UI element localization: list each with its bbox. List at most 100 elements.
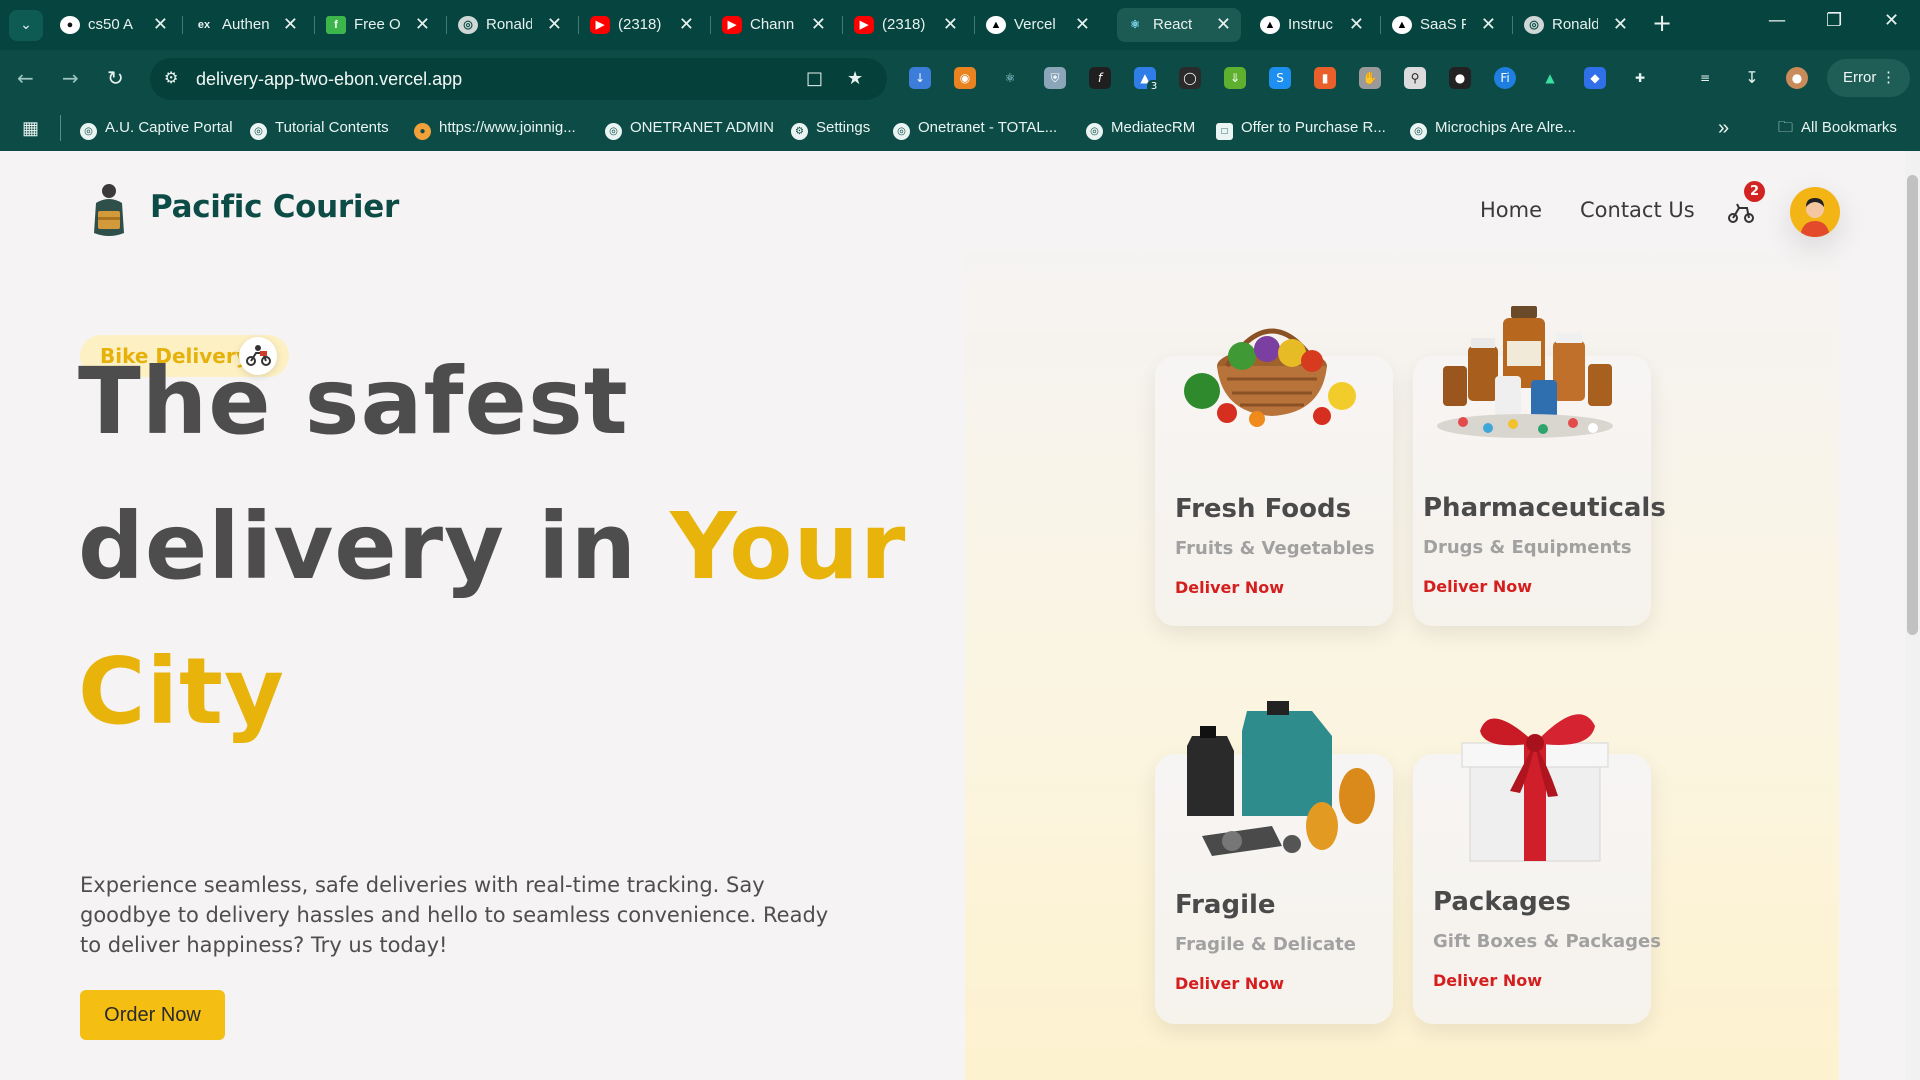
all-bookmarks-folder[interactable]: 🗀 All Bookmarks [1778, 115, 1897, 141]
bookmark-label: Offer to Purchase R... [1241, 119, 1386, 136]
bookmark-item[interactable]: □ Offer to Purchase R... [1216, 115, 1386, 141]
bookmark-label: A.U. Captive Portal [105, 119, 233, 136]
close-tab-icon[interactable]: ✕ [547, 14, 562, 35]
bookmark-item[interactable]: ◎ Onetranet - TOTAL... [893, 115, 1057, 141]
download-extension-icon[interactable]: ↓ [909, 67, 931, 89]
joinnig-icon: ● [414, 123, 431, 140]
card-subtitle: Gift Boxes & Packages [1433, 931, 1661, 952]
media-control-icon[interactable]: ≡ [1694, 67, 1716, 89]
shazam-icon[interactable]: S [1269, 67, 1291, 89]
close-window-icon[interactable]: ✕ [1884, 10, 1899, 31]
close-tab-icon[interactable]: ✕ [679, 14, 694, 35]
shield-extension-icon[interactable]: ⛨ [1044, 67, 1066, 89]
bookmark-item[interactable]: ◎ A.U. Captive Portal [80, 115, 233, 141]
browser-tab[interactable]: ● cs50 A ✕ [52, 8, 178, 42]
close-tab-icon[interactable]: ✕ [1613, 14, 1628, 35]
glasses-extension-icon[interactable]: ◯ [1179, 67, 1201, 89]
headline-accent: City [78, 638, 286, 745]
deliver-now-link[interactable]: Deliver Now [1433, 971, 1542, 990]
browser-tab-active[interactable]: ⚛ React ✕ [1117, 8, 1241, 42]
scrollbar-thumb[interactable] [1907, 175, 1918, 635]
browser-tab[interactable]: ◎ Ronald ✕ [1516, 8, 1638, 42]
close-tab-icon[interactable]: ✕ [943, 14, 958, 35]
react-devtools-icon[interactable]: ⚛ [999, 67, 1021, 89]
close-tab-icon[interactable]: ✕ [1349, 14, 1364, 35]
tab-title: Ronald [486, 16, 532, 33]
tab-divider [578, 16, 579, 34]
hand-extension-icon[interactable]: ✋ [1359, 67, 1381, 89]
browser-tab[interactable]: ▶ Chann ✕ [714, 8, 836, 42]
more-bookmarks-chevron-icon[interactable]: » [1718, 115, 1729, 141]
apps-grid-icon[interactable]: ▦ [22, 115, 39, 141]
tab-title: React [1153, 16, 1193, 33]
profile-avatar-icon[interactable]: ● [1786, 67, 1808, 89]
downloads-icon[interactable]: ↧ [1741, 67, 1763, 89]
bookmark-item[interactable]: ◎ MediatecRM [1086, 115, 1195, 141]
hat-extension-icon[interactable]: ● [1449, 67, 1471, 89]
arrow-extension-icon[interactable]: ⇓ [1224, 67, 1246, 89]
browser-tab[interactable]: ▲ SaaS F ✕ [1384, 8, 1506, 42]
browser-tab[interactable]: ▲ Instruc ✕ [1252, 8, 1374, 42]
address-bar[interactable]: ⚙ delivery-app-two-ebon.vercel.app □ ★ [150, 58, 887, 100]
url-text[interactable]: delivery-app-two-ebon.vercel.app [196, 69, 462, 90]
extensions-puzzle-icon[interactable]: ✚ [1629, 67, 1651, 89]
user-avatar[interactable] [1790, 187, 1840, 237]
card-subtitle: Fruits & Vegetables [1175, 538, 1375, 559]
bookmark-item[interactable]: ◎ Tutorial Contents [250, 115, 389, 141]
fi-extension-icon[interactable]: Fi [1494, 67, 1516, 89]
card-subtitle: Drugs & Equipments [1423, 537, 1632, 558]
bookmark-item[interactable]: ⚙ Settings [791, 115, 870, 141]
back-icon[interactable]: ← [17, 66, 34, 90]
forward-icon[interactable]: → [62, 66, 79, 90]
browser-tab[interactable]: ex Authen ✕ [186, 8, 308, 42]
close-tab-icon[interactable]: ✕ [1481, 14, 1496, 35]
office-extension-icon[interactable]: ▮ [1314, 67, 1336, 89]
tab-title: Ronald [1552, 16, 1598, 33]
function-extension-icon[interactable]: f [1089, 67, 1111, 89]
order-now-button[interactable]: Order Now [80, 990, 225, 1040]
turtle-extension-icon[interactable]: ▲ [1539, 67, 1561, 89]
profile-error-button[interactable]: Error ⋮ [1827, 59, 1910, 97]
bookmark-item[interactable]: ◎ Microchips Are Alre... [1410, 115, 1576, 141]
site-settings-icon[interactable]: ⚙ [164, 68, 178, 87]
reload-icon[interactable]: ↻ [107, 66, 124, 90]
metamask-icon[interactable]: ◉ [954, 67, 976, 89]
close-tab-icon[interactable]: ✕ [415, 14, 430, 35]
close-tab-icon[interactable]: ✕ [1075, 14, 1090, 35]
install-app-icon[interactable]: □ [806, 68, 823, 89]
nav-contact-us[interactable]: Contact Us [1580, 198, 1695, 222]
tab-search-button[interactable]: ⌄ [9, 10, 43, 41]
browser-tab[interactable]: f Free O ✕ [318, 8, 440, 42]
minimize-icon[interactable]: — [1768, 10, 1786, 31]
browser-tab[interactable]: ◎ Ronald ✕ [450, 8, 572, 42]
nav-home[interactable]: Home [1480, 198, 1542, 222]
bookmark-label: All Bookmarks [1801, 119, 1897, 136]
new-tab-icon[interactable]: + [1652, 9, 1672, 37]
zoom-extension-icon[interactable]: ⚲ [1404, 67, 1426, 89]
medicine-bottles-image [1437, 306, 1613, 438]
headline-text: delivery in [78, 493, 638, 600]
deliver-now-link[interactable]: Deliver Now [1423, 577, 1532, 596]
scooter-cart-icon[interactable] [1727, 200, 1755, 224]
bookmark-item[interactable]: ◎ ONETRANET ADMIN [605, 115, 774, 141]
brand-name[interactable]: Pacific Courier [150, 189, 399, 225]
bookmark-item[interactable]: ● https://www.joinnig... [414, 115, 576, 141]
tab-title: Vercel [1014, 16, 1056, 33]
close-tab-icon[interactable]: ✕ [811, 14, 826, 35]
deliver-now-link[interactable]: Deliver Now [1175, 578, 1284, 597]
browser-tab[interactable]: ▶ (2318) ✕ [582, 8, 704, 42]
close-tab-icon[interactable]: ✕ [153, 14, 168, 35]
tag-extension-icon[interactable]: ◆ [1584, 67, 1606, 89]
card-title: Packages [1433, 887, 1571, 917]
headline-accent: Your [670, 493, 907, 600]
bookmark-label: Onetranet - TOTAL... [918, 119, 1058, 136]
close-tab-icon[interactable]: ✕ [283, 14, 298, 35]
extension-count-badge: 3 [1147, 80, 1161, 94]
browser-tab[interactable]: ▲ Vercel ✕ [978, 8, 1100, 42]
restore-icon[interactable]: ❐ [1826, 10, 1842, 31]
tab-title: SaaS F [1420, 16, 1466, 33]
browser-tab[interactable]: ▶ (2318) ✕ [846, 8, 968, 42]
bookmark-star-icon[interactable]: ★ [847, 68, 863, 89]
deliver-now-link[interactable]: Deliver Now [1175, 974, 1284, 993]
close-tab-icon[interactable]: ✕ [1216, 14, 1231, 35]
